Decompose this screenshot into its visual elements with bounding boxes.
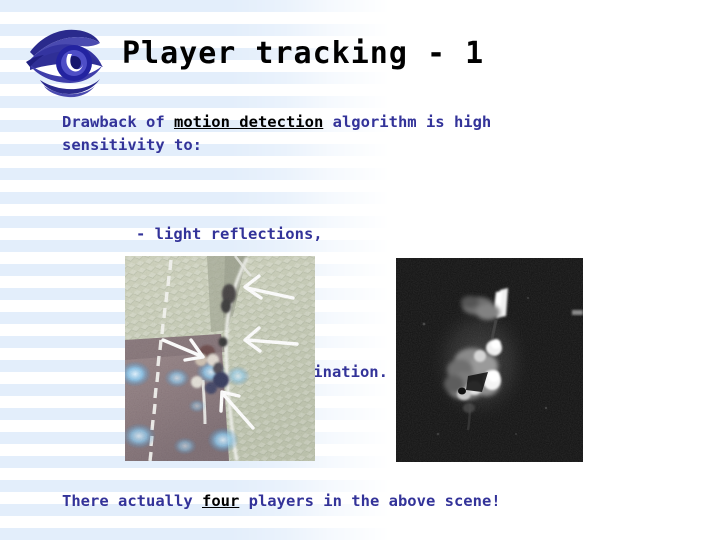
lead-text-after: algorithm is high: [323, 113, 492, 131]
lead-line-two: sensitivity to:: [62, 136, 202, 154]
court-scene-photo: [125, 256, 315, 461]
lead-paragraph: Drawback of motion detection algorithm i…: [62, 111, 491, 157]
list-item: - light reflections,: [136, 225, 323, 243]
lead-emphasis: motion detection: [173, 113, 324, 131]
slide-canvas: Player tracking - 1 Drawback of motion d…: [0, 0, 720, 540]
caption-text-before: There actually: [62, 492, 202, 510]
lead-text-before: Drawback of: [62, 113, 174, 131]
caption-emphasis: four: [201, 492, 240, 510]
caption-text-after: players in the above scene!: [239, 492, 501, 510]
motion-detection-mask: [396, 258, 583, 462]
eye-logo-icon: [24, 18, 108, 98]
slide-caption: There actually four players in the above…: [62, 490, 501, 513]
page-title: Player tracking - 1: [122, 36, 485, 71]
